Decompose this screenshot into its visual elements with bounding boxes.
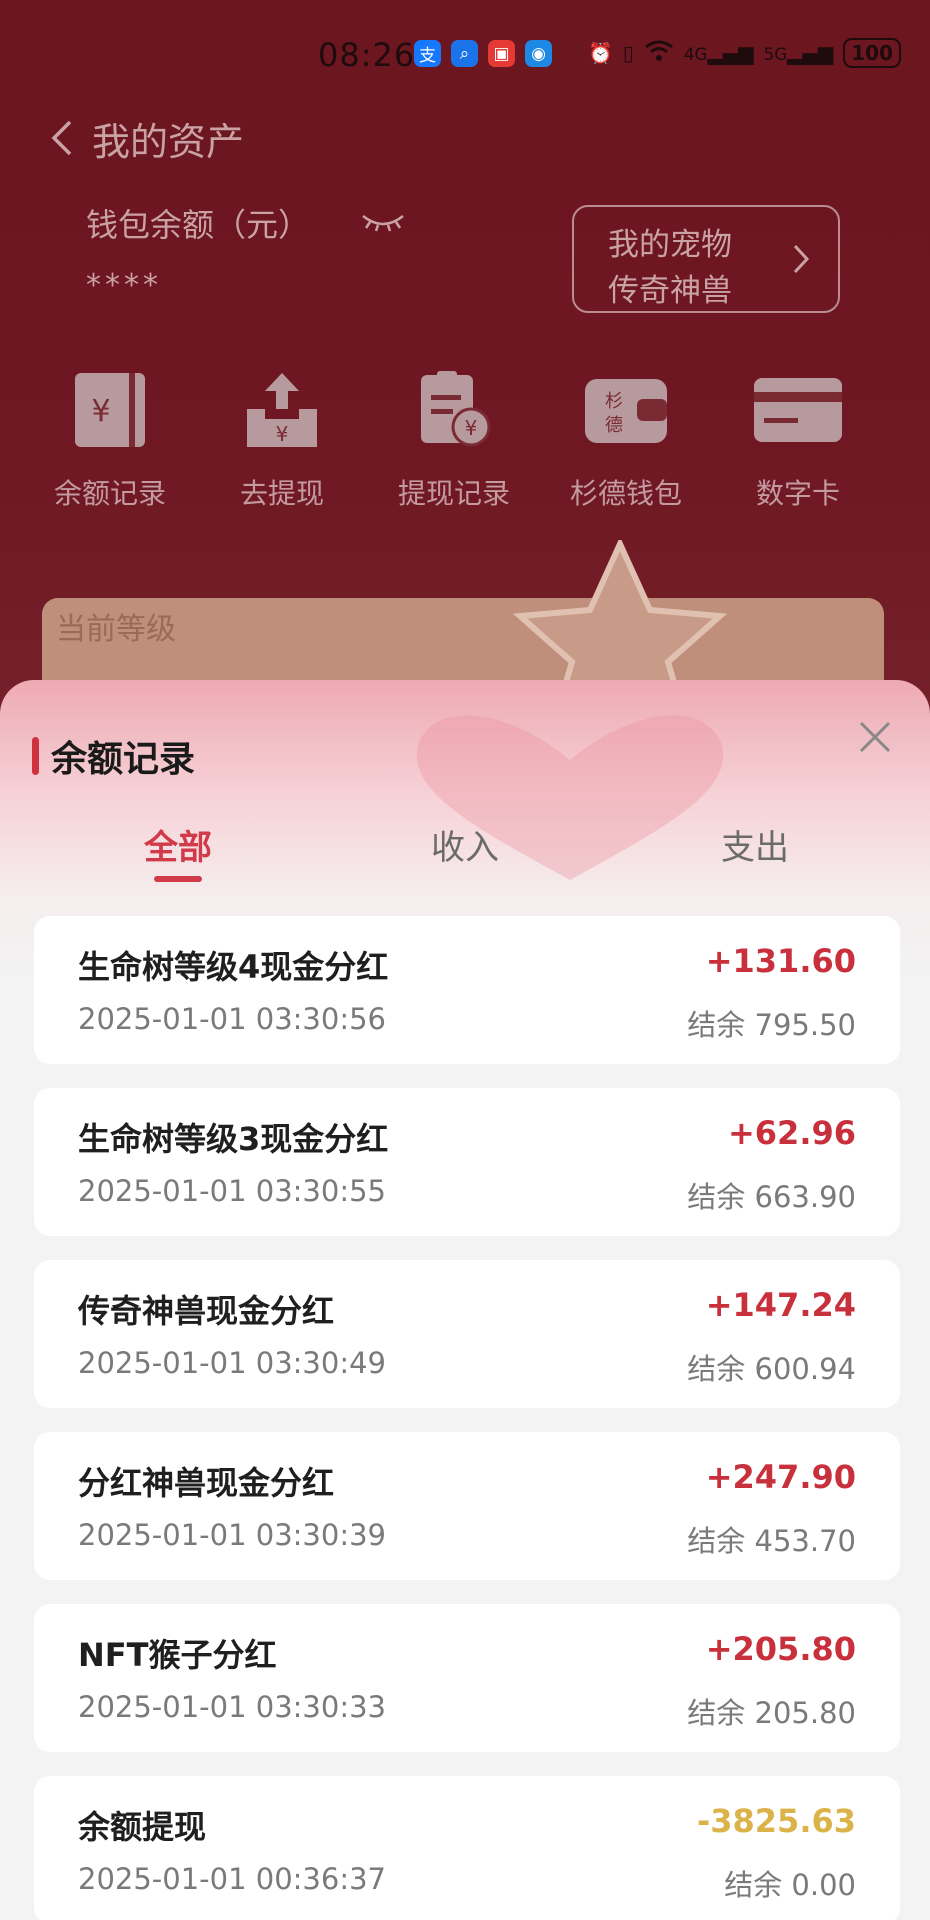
search-app-icon: ⌕ xyxy=(451,40,478,67)
record-date: 2025-01-01 03:30:55 xyxy=(78,1174,386,1208)
record-balance: 结余 0.00 xyxy=(724,1868,856,1902)
close-icon xyxy=(859,721,891,753)
record-title: NFT猴子分红 xyxy=(78,1636,277,1674)
wallet-balance-label: 钱包余额（元） xyxy=(86,206,311,244)
quick-action-withdraw[interactable]: ¥ 去提现 xyxy=(196,360,368,512)
record-amount: +247.90 xyxy=(705,1458,856,1496)
quick-action-label: 去提现 xyxy=(239,477,324,510)
hide-eye-icon[interactable] xyxy=(360,210,406,236)
current-level-label: 当前等级 xyxy=(56,612,176,647)
wifi-icon xyxy=(644,39,674,68)
title-accent-bar xyxy=(32,737,39,775)
record-balance: 结余 600.94 xyxy=(687,1352,856,1386)
back-button[interactable] xyxy=(40,116,84,160)
record-amount: +147.24 xyxy=(705,1286,856,1324)
my-pet-button[interactable]: 我的宠物 传奇神兽 xyxy=(572,205,840,313)
svg-text:¥: ¥ xyxy=(91,394,110,429)
record-item[interactable]: 余额提现 2025-01-01 00:36:37 -3825.63 结余 0.0… xyxy=(34,1776,900,1920)
page-title: 我的资产 xyxy=(92,119,245,164)
nav-bar: 我的资产 xyxy=(40,108,244,168)
record-title: 生命树等级3现金分红 xyxy=(78,1120,389,1158)
red-app-icon: ▣ xyxy=(488,40,515,67)
record-title: 传奇神兽现金分红 xyxy=(78,1292,335,1330)
record-date: 2025-01-01 03:30:39 xyxy=(78,1518,386,1552)
signal-4g-label: 4G xyxy=(683,45,708,64)
wallet-balance-value: **** xyxy=(86,268,162,303)
notification-icons: 支 ⌕ ▣ ◉ xyxy=(414,40,552,67)
svg-text:¥: ¥ xyxy=(465,416,478,440)
record-list: 生命树等级4现金分红 2025-01-01 03:30:56 +131.60 结… xyxy=(34,916,900,1920)
record-title: 分红神兽现金分红 xyxy=(78,1464,335,1502)
record-date: 2025-01-01 03:30:56 xyxy=(78,1002,386,1036)
chevron-left-icon xyxy=(51,120,72,156)
signal-5g-label: 5G xyxy=(763,45,788,64)
record-date: 2025-01-01 03:30:33 xyxy=(78,1690,386,1724)
pet-box-label: 我的宠物 xyxy=(608,227,732,263)
quick-actions: ¥ 余额记录 ¥ 去提现 ¥ 提现记录 杉德 杉德钱包 数字卡 xyxy=(0,360,930,512)
status-bar: 08:26 支 ⌕ ▣ ◉ ⏰ ▯ 4G▂▄▆ 5G▂▄▆ 100 xyxy=(0,30,930,80)
withdraw-icon: ¥ xyxy=(232,360,332,460)
signal-4g-icon: 4G▂▄▆ xyxy=(683,41,754,65)
tab-income[interactable]: 收入 xyxy=(365,820,565,869)
record-title: 余额提现 xyxy=(78,1808,207,1846)
record-balance: 结余 205.80 xyxy=(687,1696,856,1730)
quick-action-sande-wallet[interactable]: 杉德 杉德钱包 xyxy=(540,360,712,512)
svg-text:杉: 杉 xyxy=(605,391,623,412)
pet-box-value: 传奇神兽 xyxy=(608,273,732,309)
alarm-icon: ⏰ xyxy=(588,41,613,65)
chevron-right-icon xyxy=(793,244,810,274)
record-item[interactable]: 分红神兽现金分红 2025-01-01 03:30:39 +247.90 结余 … xyxy=(34,1432,900,1580)
alipay-icon: 支 xyxy=(414,40,441,67)
quick-action-label: 杉德钱包 xyxy=(569,477,682,510)
balance-record-sheet: 余额记录 全部 收入 支出 生命树等级4现金分红 2025-01-01 03:3… xyxy=(0,680,930,1920)
record-balance: 结余 795.50 xyxy=(687,1008,856,1042)
quick-action-label: 数字卡 xyxy=(755,477,840,510)
sheet-header: 余额记录 xyxy=(32,730,195,782)
vibrate-icon: ▯ xyxy=(622,41,634,65)
quick-action-label: 提现记录 xyxy=(397,477,510,510)
record-amount: +131.60 xyxy=(705,942,856,980)
quick-action-label: 余额记录 xyxy=(53,477,166,510)
blue-app-icon: ◉ xyxy=(525,40,552,67)
sande-wallet-icon: 杉德 xyxy=(576,360,676,460)
filter-tabs: 全部 收入 支出 xyxy=(0,820,930,900)
wallet-label-row: 钱包余额（元） xyxy=(86,200,406,246)
record-amount: +205.80 xyxy=(705,1630,856,1668)
record-item[interactable]: NFT猴子分红 2025-01-01 03:30:33 +205.80 结余 2… xyxy=(34,1604,900,1752)
record-date: 2025-01-01 00:36:37 xyxy=(78,1862,386,1896)
svg-text:¥: ¥ xyxy=(276,422,289,446)
battery-icon: 100 xyxy=(843,38,902,68)
record-amount: -3825.63 xyxy=(696,1802,856,1840)
record-title: 生命树等级4现金分红 xyxy=(78,948,389,986)
record-date: 2025-01-01 03:30:49 xyxy=(78,1346,386,1380)
tab-all[interactable]: 全部 xyxy=(78,820,278,869)
record-item[interactable]: 生命树等级4现金分红 2025-01-01 03:30:56 +131.60 结… xyxy=(34,916,900,1064)
quick-action-digital-card[interactable]: 数字卡 xyxy=(712,360,884,512)
quick-action-withdraw-record[interactable]: ¥ 提现记录 xyxy=(368,360,540,512)
balance-record-icon: ¥ xyxy=(60,360,160,460)
record-item[interactable]: 传奇神兽现金分红 2025-01-01 03:30:49 +147.24 结余 … xyxy=(34,1260,900,1408)
system-icons: ⏰ ▯ 4G▂▄▆ 5G▂▄▆ 100 xyxy=(588,38,902,68)
close-button[interactable] xyxy=(850,712,900,762)
status-time: 08:26 xyxy=(318,36,416,74)
active-tab-indicator xyxy=(154,876,202,882)
asset-page-background: 08:26 支 ⌕ ▣ ◉ ⏰ ▯ 4G▂▄▆ 5G▂▄▆ 100 我的资产 钱… xyxy=(0,0,930,748)
sheet-title: 余额记录 xyxy=(51,739,196,780)
quick-action-balance-record[interactable]: ¥ 余额记录 xyxy=(24,360,196,512)
record-balance: 结余 663.90 xyxy=(687,1180,856,1214)
record-amount: +62.96 xyxy=(727,1114,856,1152)
svg-text:德: 德 xyxy=(605,415,623,436)
record-item[interactable]: 生命树等级3现金分红 2025-01-01 03:30:55 +62.96 结余… xyxy=(34,1088,900,1236)
signal-5g-icon: 5G▂▄▆ xyxy=(763,41,834,65)
digital-card-icon xyxy=(748,360,848,460)
tab-expense[interactable]: 支出 xyxy=(655,820,855,869)
record-balance: 结余 453.70 xyxy=(687,1524,856,1558)
withdraw-record-icon: ¥ xyxy=(404,360,504,460)
